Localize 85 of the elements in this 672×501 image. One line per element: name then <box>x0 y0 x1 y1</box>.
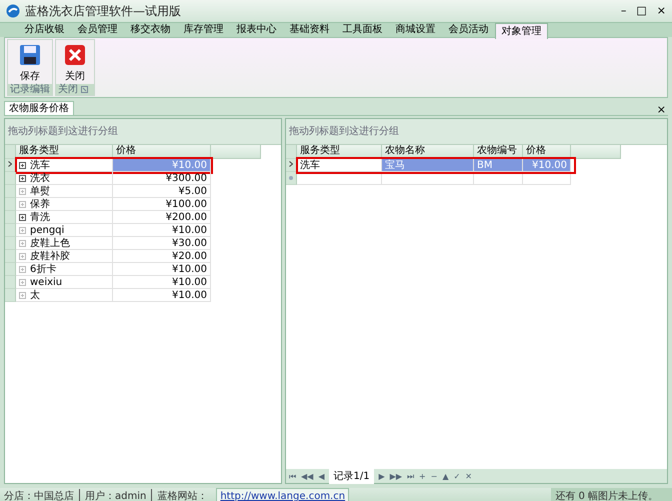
table-cell: ¥10.00 <box>113 276 211 289</box>
save-button[interactable]: 保存 <box>8 40 52 84</box>
table-cell: ¥10.00 <box>113 159 211 172</box>
maximize-button[interactable]: □ <box>636 2 647 20</box>
ribbon-tab[interactable]: 报表中心 <box>230 23 283 37</box>
table-cell: ¥5.00 <box>113 185 211 198</box>
new-row-icon <box>289 176 293 180</box>
ribbon-tab[interactable]: 对象管理 <box>495 23 548 39</box>
empty-cell <box>474 172 523 185</box>
ribbon-tab[interactable]: 工具面板 <box>336 23 389 37</box>
ribbon-tab[interactable]: 基础资料 <box>283 23 336 37</box>
close-button[interactable]: 关闭 <box>56 40 94 84</box>
expand-icon[interactable] <box>19 214 26 221</box>
row-indicator <box>5 198 16 211</box>
user-label: 用户：admin <box>79 489 146 501</box>
group-hint: 拖动列标题到这进行分组 <box>286 119 667 145</box>
table-cell: 洗衣 <box>16 172 113 185</box>
navigator-button[interactable]: ⏮ <box>289 472 296 482</box>
navigator-button[interactable]: ✕ <box>465 472 472 482</box>
empty-cell <box>523 172 571 185</box>
ribbon-tab[interactable]: 库存管理 <box>177 23 230 37</box>
table-cell: 宝马 <box>382 159 474 172</box>
row-indicator <box>5 211 16 224</box>
ribbon-tab[interactable]: 会员管理 <box>71 23 124 37</box>
ribbon-tab[interactable]: 会员活动 <box>442 23 495 37</box>
document-tab[interactable]: 农物服务价格 <box>4 101 74 115</box>
header-filler <box>211 145 261 159</box>
website-link[interactable]: http://www.lange.com.cn <box>216 488 350 501</box>
row-indicator <box>5 276 16 289</box>
ribbon-tab[interactable]: 商城设置 <box>389 23 442 37</box>
close-icon <box>64 44 86 66</box>
table-cell: 保养 <box>16 198 113 211</box>
branch-label: 分店：中国总店 <box>4 490 74 501</box>
table-cell: ¥10.00 <box>113 289 211 302</box>
minimize-button[interactable]: – <box>620 2 626 20</box>
table-cell: ¥20.00 <box>113 250 211 263</box>
navigator-button[interactable]: ▶▶ <box>390 472 402 482</box>
table-cell: ¥10.00 <box>113 263 211 276</box>
table-cell: 单熨 <box>16 185 113 198</box>
group-label: 关闭 <box>58 84 78 95</box>
navigator-button[interactable]: − <box>430 472 438 482</box>
row-pointer-icon <box>289 161 293 167</box>
group-label: 记录编辑 <box>10 84 50 95</box>
expand-icon[interactable] <box>19 175 26 182</box>
table-cell: 太 <box>16 289 113 302</box>
table-cell: pengqi <box>16 224 113 237</box>
table-cell: ¥30.00 <box>113 237 211 250</box>
navigator-button[interactable]: ✓ <box>454 472 460 482</box>
table-cell: weixiu <box>16 276 113 289</box>
table-cell: 皮鞋上色 <box>16 237 113 250</box>
header-filler <box>571 145 621 159</box>
dialog-launcher-icon[interactable] <box>81 86 88 93</box>
upload-status: 还有 0 幅图片未上传。 <box>551 488 672 501</box>
row-indicator <box>5 224 16 237</box>
close-button[interactable]: × <box>654 104 668 115</box>
app-logo-icon <box>6 4 20 18</box>
row-indicator <box>5 263 16 276</box>
row-indicator <box>5 250 16 263</box>
row-indicator <box>5 289 16 302</box>
row-indicator <box>5 185 16 198</box>
ribbon-tab[interactable]: 移交衣物 <box>124 23 177 37</box>
navigator-button[interactable]: + <box>419 472 426 482</box>
navigator-button[interactable]: ◀ <box>318 472 324 482</box>
table-cell: ¥300.00 <box>113 172 211 185</box>
navigator-button[interactable]: ◀◀ <box>301 472 314 482</box>
site-label: 蓝格网站： <box>151 489 208 501</box>
table-cell: BM <box>474 159 523 172</box>
table-cell: 皮鞋补胶 <box>16 250 113 263</box>
navigator-button[interactable]: ▲ <box>442 472 449 482</box>
table-cell: ¥10.00 <box>523 159 571 172</box>
table-cell: ¥100.00 <box>113 198 211 211</box>
expand-icon[interactable] <box>19 162 26 169</box>
ribbon-tab[interactable]: 分店收银 <box>18 23 71 37</box>
close-button[interactable]: × <box>656 2 666 20</box>
group-hint: 拖动列标题到这进行分组 <box>5 119 281 145</box>
table-cell: 青洗 <box>16 211 113 224</box>
table-cell: ¥200.00 <box>113 211 211 224</box>
navigator-button[interactable]: ⏭ <box>407 472 414 482</box>
row-indicator <box>5 237 16 250</box>
window-title: 蓝格洗衣店管理软件—试用版 <box>25 3 181 20</box>
navigator-button[interactable]: ▶ <box>378 472 385 482</box>
table-cell: 6折卡 <box>16 263 113 276</box>
row-pointer-icon <box>8 161 12 167</box>
table-cell: ¥10.00 <box>113 224 211 237</box>
record-counter: 记录1/1 <box>329 469 374 484</box>
